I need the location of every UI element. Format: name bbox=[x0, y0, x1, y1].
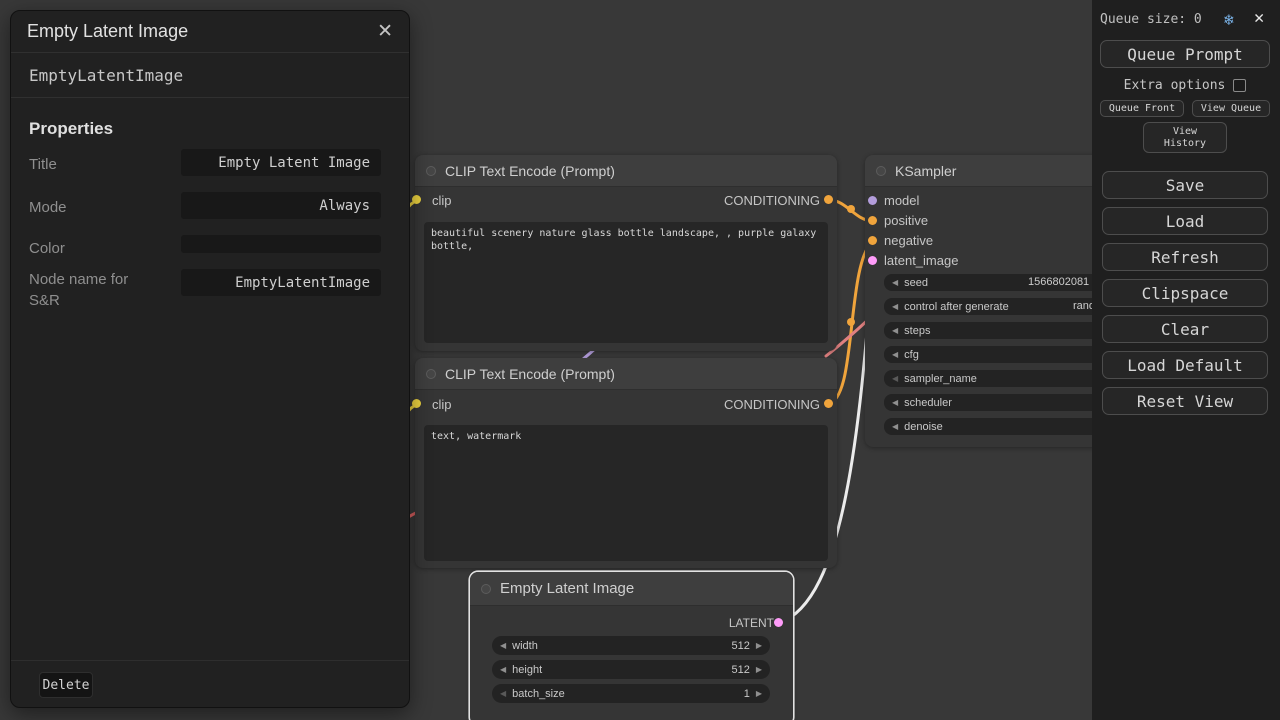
divider bbox=[11, 660, 409, 661]
collapse-dot-icon[interactable] bbox=[426, 369, 436, 379]
node-title: KSampler bbox=[895, 163, 956, 179]
node-type-subtitle: EmptyLatentImage bbox=[11, 53, 409, 98]
node-clip-text-encode-2[interactable]: CLIP Text Encode (Prompt) clip CONDITION… bbox=[415, 358, 837, 568]
conditioning-output-dot[interactable] bbox=[824, 399, 833, 408]
link-dot[interactable] bbox=[847, 205, 855, 213]
model-input-dot[interactable] bbox=[868, 196, 877, 205]
comfyui-menu-panel: Queue size: 0 ❄ ✕ Queue Prompt Extra opt… bbox=[1092, 0, 1280, 720]
extra-options-row: Extra options bbox=[1100, 78, 1270, 93]
load-default-button[interactable]: Load Default bbox=[1102, 351, 1268, 379]
link-dot[interactable] bbox=[847, 318, 855, 326]
collapse-dot-icon[interactable] bbox=[481, 584, 491, 594]
height-widget[interactable]: ◀ height 512 ▶ bbox=[492, 660, 770, 679]
title-field[interactable]: Empty Latent Image bbox=[181, 149, 381, 176]
node-header[interactable]: CLIP Text Encode (Prompt) bbox=[415, 358, 837, 390]
title-field-label: Title bbox=[29, 154, 139, 175]
node-clip-text-encode-1[interactable]: CLIP Text Encode (Prompt) clip CONDITION… bbox=[415, 155, 837, 351]
decrement-arrow-icon[interactable]: ◀ bbox=[892, 278, 898, 287]
refresh-button[interactable]: Refresh bbox=[1102, 243, 1268, 271]
increment-arrow-icon[interactable]: ▶ bbox=[756, 641, 762, 650]
input-slot-label: negative bbox=[884, 233, 933, 248]
mode-field[interactable]: Always bbox=[181, 192, 381, 219]
clipspace-button[interactable]: Clipspace bbox=[1102, 279, 1268, 307]
decrement-arrow-icon[interactable]: ◀ bbox=[500, 665, 506, 674]
properties-heading: Properties bbox=[29, 119, 113, 139]
decrement-arrow-icon[interactable]: ◀ bbox=[500, 689, 506, 698]
clear-button[interactable]: Clear bbox=[1102, 315, 1268, 343]
node-properties-dialog: Empty Latent Image ✕ EmptyLatentImage Pr… bbox=[10, 10, 410, 708]
delete-button[interactable]: Delete bbox=[39, 672, 93, 698]
clip-input-dot[interactable] bbox=[412, 195, 421, 204]
reset-view-button[interactable]: Reset View bbox=[1102, 387, 1268, 415]
node-header[interactable]: CLIP Text Encode (Prompt) bbox=[415, 155, 837, 187]
batch-size-widget[interactable]: ◀ batch_size 1 ▶ bbox=[492, 684, 770, 703]
width-widget[interactable]: ◀ width 512 ▶ bbox=[492, 636, 770, 655]
prompt-textarea[interactable]: text, watermark bbox=[424, 425, 828, 561]
decrement-arrow-icon[interactable]: ◀ bbox=[500, 641, 506, 650]
collapse-dot-icon[interactable] bbox=[876, 166, 886, 176]
input-slot-label: clip bbox=[432, 397, 452, 412]
load-button[interactable]: Load bbox=[1102, 207, 1268, 235]
input-slot-label: positive bbox=[884, 213, 928, 228]
increment-arrow-icon[interactable]: ▶ bbox=[756, 665, 762, 674]
decrement-arrow-icon[interactable]: ◀ bbox=[892, 398, 898, 407]
mode-field-label: Mode bbox=[29, 197, 139, 218]
output-slot-label: CONDITIONING bbox=[724, 397, 820, 412]
node-title: CLIP Text Encode (Prompt) bbox=[445, 366, 615, 382]
node-name-field[interactable]: EmptyLatentImage bbox=[181, 269, 381, 296]
decrement-arrow-icon[interactable]: ◀ bbox=[892, 350, 898, 359]
dialog-title: Empty Latent Image bbox=[27, 21, 188, 42]
queue-size-label: Queue size: 0 bbox=[1100, 12, 1202, 27]
prompt-textarea[interactable]: beautiful scenery nature glass bottle la… bbox=[424, 222, 828, 343]
queue-front-button[interactable]: Queue Front bbox=[1100, 100, 1184, 117]
output-slot-label: LATENT bbox=[729, 616, 774, 630]
node-empty-latent-image[interactable]: Empty Latent Image LATENT ◀ width 512 ▶ … bbox=[470, 572, 793, 720]
node-title: Empty Latent Image bbox=[500, 580, 634, 597]
input-slot-label: model bbox=[884, 193, 919, 208]
extra-options-checkbox[interactable] bbox=[1233, 79, 1246, 92]
node-title: CLIP Text Encode (Prompt) bbox=[445, 163, 615, 179]
settings-icon[interactable]: ❄ bbox=[1224, 10, 1234, 29]
decrement-arrow-icon[interactable]: ◀ bbox=[892, 326, 898, 335]
view-history-button[interactable]: View History bbox=[1143, 122, 1227, 153]
input-slot-label: latent_image bbox=[884, 253, 958, 268]
latent-image-input-dot[interactable] bbox=[868, 256, 877, 265]
input-slot-label: clip bbox=[432, 193, 452, 208]
clip-input-dot[interactable] bbox=[412, 399, 421, 408]
decrement-arrow-icon[interactable]: ◀ bbox=[892, 374, 898, 383]
output-slot-label: CONDITIONING bbox=[724, 193, 820, 208]
latent-output-dot[interactable] bbox=[774, 618, 783, 627]
negative-input-dot[interactable] bbox=[868, 236, 877, 245]
collapse-dot-icon[interactable] bbox=[426, 166, 436, 176]
comfyui-canvas[interactable]: CLIP Text Encode (Prompt) clip CONDITION… bbox=[0, 0, 1280, 720]
dialog-header: Empty Latent Image ✕ bbox=[11, 11, 409, 53]
close-icon[interactable]: ✕ bbox=[377, 20, 393, 43]
color-field-label: Color bbox=[29, 238, 139, 259]
decrement-arrow-icon[interactable]: ◀ bbox=[892, 302, 898, 311]
node-name-field-label: Node name for S&R bbox=[29, 269, 139, 311]
extra-options-label: Extra options bbox=[1124, 78, 1226, 93]
positive-input-dot[interactable] bbox=[868, 216, 877, 225]
color-field[interactable] bbox=[181, 235, 381, 253]
queue-prompt-button[interactable]: Queue Prompt bbox=[1100, 40, 1270, 68]
decrement-arrow-icon[interactable]: ◀ bbox=[892, 422, 898, 431]
node-header[interactable]: Empty Latent Image bbox=[470, 572, 793, 606]
view-queue-button[interactable]: View Queue bbox=[1192, 100, 1270, 117]
close-icon[interactable]: ✕ bbox=[1254, 8, 1264, 28]
increment-arrow-icon[interactable]: ▶ bbox=[756, 689, 762, 698]
save-button[interactable]: Save bbox=[1102, 171, 1268, 199]
conditioning-output-dot[interactable] bbox=[824, 195, 833, 204]
